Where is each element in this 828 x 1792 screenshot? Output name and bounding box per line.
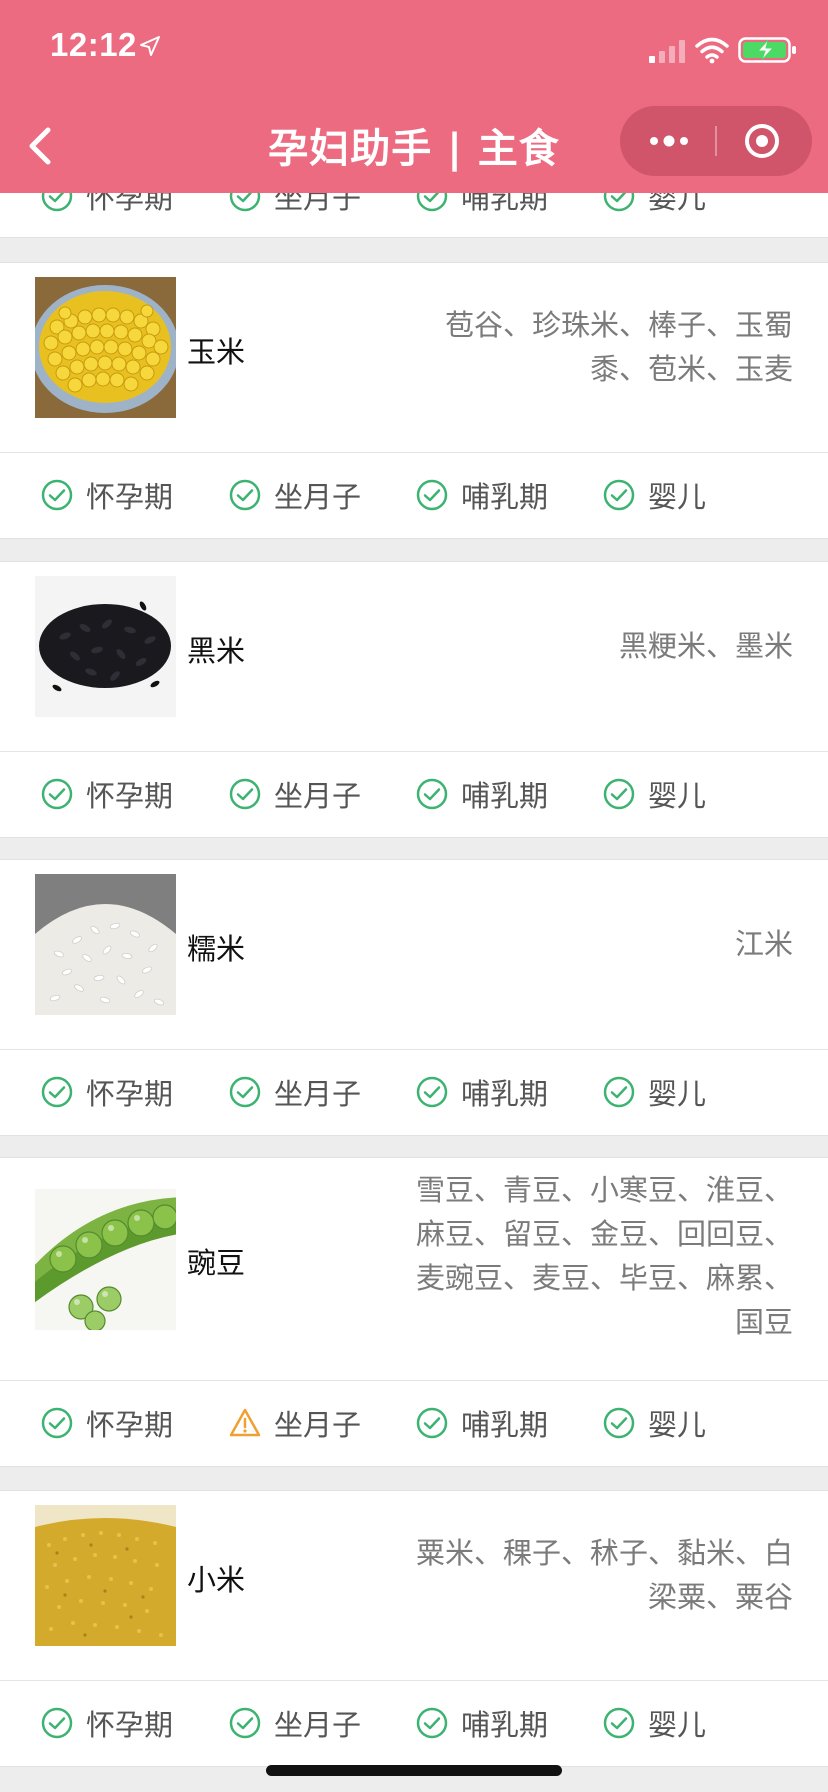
tag-label: 婴儿 bbox=[648, 480, 707, 514]
food-card-pea[interactable]: 豌豆 雪豆、青豆、小寒豆、淮豆、麻豆、留豆、金豆、回回豆、麦豌豆、麦豆、毕豆、麻… bbox=[0, 1157, 828, 1467]
food-name: 小米 bbox=[187, 1563, 246, 1597]
millet-image bbox=[35, 1505, 176, 1646]
food-aliases: 黑粳米、墨米 bbox=[618, 629, 793, 663]
food-card-glutinous-rice[interactable]: 糯米 江米 怀孕期 坐月子 哺乳期 婴儿 bbox=[0, 859, 828, 1136]
tag-postpartum: 坐月子 bbox=[228, 453, 361, 537]
tag-row: 怀孕期 坐月子 哺乳期 婴儿 bbox=[0, 452, 828, 536]
check-circle-icon bbox=[416, 1707, 448, 1739]
tag-pregnancy: 怀孕期 bbox=[40, 453, 173, 537]
tag-postpartum: 坐月子 bbox=[228, 1681, 361, 1765]
status-time: 12:12 bbox=[50, 26, 137, 63]
check-circle-icon bbox=[41, 778, 73, 810]
tag-pregnancy: 怀孕期 bbox=[40, 752, 173, 836]
tag-lactation: 哺乳期 bbox=[415, 1681, 548, 1765]
tag-infant: 婴儿 bbox=[602, 1381, 706, 1465]
check-circle-icon bbox=[603, 1076, 635, 1108]
food-aliases: 粟米、稞子、秫子、黏米、白梁粟、粟谷 bbox=[415, 1536, 793, 1614]
tag-label: 坐月子 bbox=[274, 1408, 362, 1442]
tag-label: 怀孕期 bbox=[86, 1408, 174, 1442]
tag-label: 哺乳期 bbox=[461, 1077, 549, 1111]
check-circle-icon bbox=[603, 778, 635, 810]
check-circle-icon bbox=[416, 479, 448, 511]
food-name: 玉米 bbox=[187, 335, 246, 369]
tag-row: 怀孕期 坐月子 哺乳期 婴儿 bbox=[0, 1680, 828, 1764]
tag-postpartum: 坐月子 bbox=[228, 1381, 361, 1465]
check-circle-icon bbox=[229, 778, 261, 810]
tag-label: 哺乳期 bbox=[461, 480, 549, 514]
check-circle-icon bbox=[416, 1407, 448, 1439]
tag-pregnancy: 怀孕期 bbox=[40, 1381, 173, 1465]
check-circle-icon bbox=[229, 1076, 261, 1108]
check-circle-icon bbox=[416, 1076, 448, 1108]
food-aliases: 江米 bbox=[734, 927, 793, 961]
tag-label: 婴儿 bbox=[648, 1708, 707, 1742]
check-circle-icon bbox=[229, 1707, 261, 1739]
tag-infant: 婴儿 bbox=[602, 1050, 706, 1134]
tag-infant: 婴儿 bbox=[602, 1681, 706, 1765]
tag-label: 哺乳期 bbox=[461, 779, 549, 813]
tag-lactation: 哺乳期 bbox=[415, 1050, 548, 1134]
tag-postpartum: 坐月子 bbox=[228, 752, 361, 836]
food-aliases: 苞谷、珍珠米、棒子、玉蜀黍、苞米、玉麦 bbox=[444, 308, 793, 386]
tag-label: 怀孕期 bbox=[86, 1708, 174, 1742]
check-circle-icon bbox=[41, 479, 73, 511]
tag-label: 怀孕期 bbox=[86, 1077, 174, 1111]
check-circle-icon bbox=[416, 778, 448, 810]
check-circle-icon bbox=[41, 1076, 73, 1108]
check-circle-icon bbox=[41, 1707, 73, 1739]
warning-triangle-icon bbox=[229, 1408, 261, 1437]
home-indicator bbox=[266, 1765, 562, 1776]
food-name: 黑米 bbox=[187, 634, 246, 668]
tag-postpartum: 坐月子 bbox=[228, 1050, 361, 1134]
app-header: 12:12 孕妇助手 | 主食 bbox=[0, 0, 828, 193]
more-dots-icon[interactable] bbox=[646, 127, 692, 155]
food-name: 糯米 bbox=[187, 932, 246, 966]
glutinous-rice-image bbox=[35, 874, 176, 1015]
tag-label: 坐月子 bbox=[274, 1708, 362, 1742]
mini-program-capsule bbox=[620, 106, 812, 176]
food-card-millet[interactable]: 小米 粟米、稞子、秫子、黏米、白梁粟、粟谷 怀孕期 坐月子 哺乳期 婴儿 bbox=[0, 1490, 828, 1767]
check-circle-icon bbox=[41, 1407, 73, 1439]
check-circle-icon bbox=[603, 1407, 635, 1439]
tag-lactation: 哺乳期 bbox=[415, 1381, 548, 1465]
tag-lactation: 哺乳期 bbox=[415, 453, 548, 537]
tag-label: 婴儿 bbox=[648, 1408, 707, 1442]
tag-pregnancy: 怀孕期 bbox=[40, 1681, 173, 1765]
tag-lactation: 哺乳期 bbox=[415, 752, 548, 836]
tag-row: 怀孕期 坐月子 哺乳期 婴儿 bbox=[0, 1049, 828, 1133]
tag-label: 怀孕期 bbox=[86, 480, 174, 514]
check-circle-icon bbox=[603, 1707, 635, 1739]
tag-pregnancy: 怀孕期 bbox=[40, 1050, 173, 1134]
close-target-icon[interactable] bbox=[742, 121, 782, 161]
check-circle-icon bbox=[603, 479, 635, 511]
tag-label: 哺乳期 bbox=[461, 1408, 549, 1442]
tag-label: 怀孕期 bbox=[86, 779, 174, 813]
food-card-black-rice[interactable]: 黑米 黑粳米、墨米 怀孕期 坐月子 哺乳期 婴儿 bbox=[0, 561, 828, 838]
tag-infant: 婴儿 bbox=[602, 752, 706, 836]
tag-row: 怀孕期 坐月子 哺乳期 婴儿 bbox=[0, 1380, 828, 1464]
black-rice-image bbox=[35, 576, 176, 717]
location-arrow-icon bbox=[140, 36, 160, 56]
tag-label: 婴儿 bbox=[648, 1077, 707, 1111]
battery-charging-icon bbox=[738, 37, 796, 63]
tag-label: 婴儿 bbox=[648, 779, 707, 813]
tag-label: 哺乳期 bbox=[461, 1708, 549, 1742]
capsule-divider bbox=[715, 126, 717, 156]
food-card-corn[interactable]: 玉米 苞谷、珍珠米、棒子、玉蜀黍、苞米、玉麦 怀孕期 坐月子 哺乳期 婴儿 bbox=[0, 262, 828, 539]
pea-image bbox=[35, 1189, 176, 1330]
tag-infant: 婴儿 bbox=[602, 453, 706, 537]
check-circle-icon bbox=[229, 479, 261, 511]
tag-label: 坐月子 bbox=[274, 1077, 362, 1111]
tag-row: 怀孕期 坐月子 哺乳期 婴儿 bbox=[0, 751, 828, 835]
food-aliases: 雪豆、青豆、小寒豆、淮豆、麻豆、留豆、金豆、回回豆、麦豌豆、麦豆、毕豆、麻累、国… bbox=[415, 1173, 793, 1339]
tag-label: 坐月子 bbox=[274, 480, 362, 514]
food-name: 豌豆 bbox=[187, 1246, 246, 1280]
wifi-icon bbox=[695, 37, 729, 64]
tag-label: 坐月子 bbox=[274, 779, 362, 813]
cellular-signal-icon bbox=[649, 40, 685, 63]
corn-image bbox=[35, 277, 176, 418]
